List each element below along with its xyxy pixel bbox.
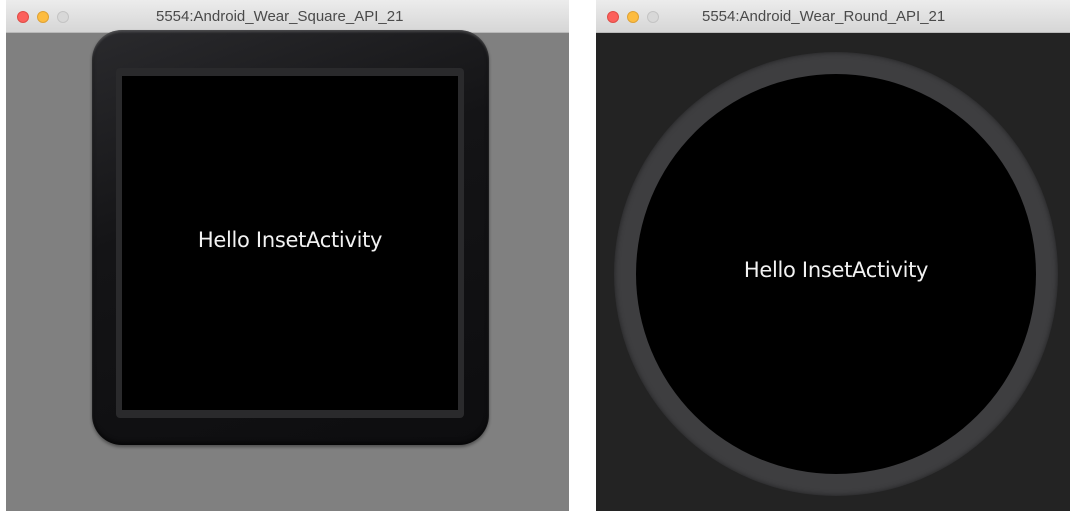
window-titlebar[interactable]: 5554:Android_Wear_Round_API_21: [596, 0, 1070, 33]
zoom-button-icon: [57, 11, 69, 23]
window-title: 5554:Android_Wear_Round_API_21: [702, 8, 946, 25]
close-button-icon[interactable]: [607, 11, 619, 23]
window-titlebar[interactable]: 5554:Android_Wear_Square_API_21: [6, 0, 569, 33]
minimize-button-icon[interactable]: [37, 11, 49, 23]
screen-text: Hello InsetActivity: [743, 258, 929, 282]
minimize-button-icon[interactable]: [627, 11, 639, 23]
emulator-window-round: 5554:Android_Wear_Round_API_21 Hello Ins…: [596, 0, 1070, 511]
close-button-icon[interactable]: [17, 11, 29, 23]
zoom-button-icon: [647, 11, 659, 23]
screen-text: Hello InsetActivity: [197, 228, 383, 252]
window-title: 5554:Android_Wear_Square_API_21: [156, 8, 404, 25]
emulator-window-square: 5554:Android_Wear_Square_API_21 Hello In…: [6, 0, 569, 511]
